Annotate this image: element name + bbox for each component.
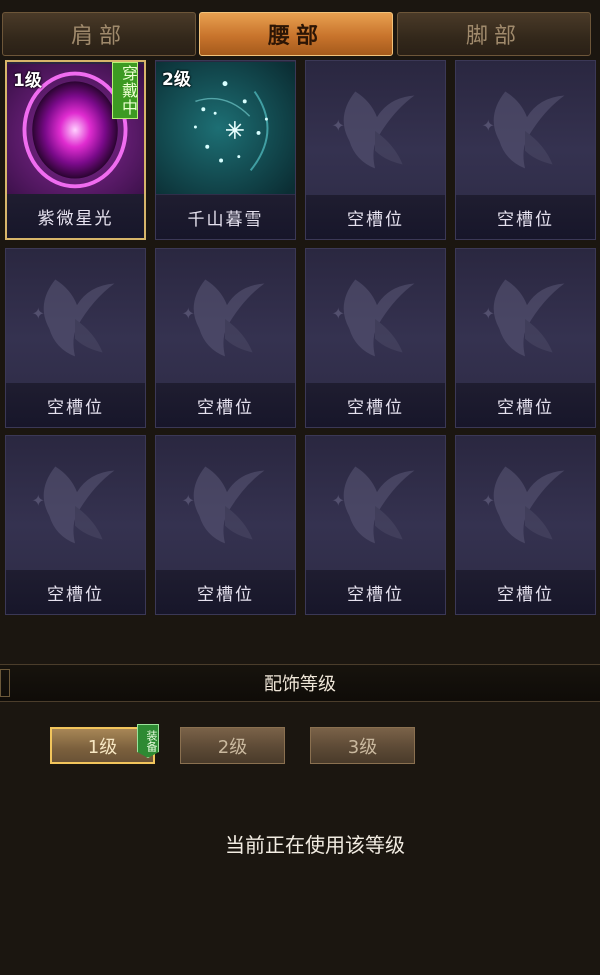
slot-name: 空槽位 bbox=[306, 383, 445, 427]
accessory-slot-12[interactable]: ✦ 空槽位 bbox=[455, 435, 596, 615]
accessory-slot-11[interactable]: ✦ 空槽位 bbox=[305, 435, 446, 615]
butterfly-icon: ✦ bbox=[32, 279, 115, 357]
accessory-slot-10[interactable]: ✦ 空槽位 bbox=[155, 435, 296, 615]
butterfly-icon: ✦ bbox=[332, 466, 415, 544]
slot-name: 千山暮雪 bbox=[156, 195, 295, 239]
accessory-slot-3[interactable]: ✦ 空槽位 bbox=[305, 60, 446, 240]
svg-text:✦: ✦ bbox=[332, 116, 345, 135]
svg-text:✦: ✦ bbox=[332, 304, 345, 323]
tab-shoulder[interactable]: 肩部 bbox=[2, 12, 196, 56]
level-2-button[interactable]: 2级 bbox=[180, 727, 285, 764]
tab-waist[interactable]: 腰部 bbox=[199, 12, 393, 56]
svg-text:✦: ✦ bbox=[32, 304, 45, 323]
slot-name: 空槽位 bbox=[456, 383, 595, 427]
svg-text:✦: ✦ bbox=[482, 116, 495, 135]
slot-name: 紫微星光 bbox=[7, 194, 144, 238]
accessory-slot-7[interactable]: ✦ 空槽位 bbox=[305, 248, 446, 428]
accessory-slot-9[interactable]: ✦ 空槽位 bbox=[5, 435, 146, 615]
accessory-slot-5[interactable]: ✦ 空槽位 bbox=[5, 248, 146, 428]
accessory-slot-6[interactable]: ✦ 空槽位 bbox=[155, 248, 296, 428]
svg-text:✦: ✦ bbox=[182, 304, 195, 323]
butterfly-icon: ✦ bbox=[32, 466, 115, 544]
accessory-slot-1[interactable]: 1级 穿戴中 紫微星光 bbox=[5, 60, 146, 240]
slot-name: 空槽位 bbox=[6, 570, 145, 614]
slot-name: 空槽位 bbox=[6, 383, 145, 427]
section-title: 配饰等级 bbox=[264, 674, 336, 695]
tab-bar: 肩部 腰部 脚部 bbox=[0, 12, 600, 58]
slot-name: 空槽位 bbox=[306, 570, 445, 614]
accessory-slot-8[interactable]: ✦ 空槽位 bbox=[455, 248, 596, 428]
slot-level: 1级 bbox=[13, 71, 42, 91]
status-text: 当前正在使用该等级 bbox=[225, 833, 405, 857]
section-header: 配饰等级 bbox=[0, 664, 600, 702]
level-3-button[interactable]: 3级 bbox=[310, 727, 415, 764]
svg-text:✦: ✦ bbox=[482, 491, 495, 510]
butterfly-icon: ✦ bbox=[482, 91, 565, 169]
svg-text:✦: ✦ bbox=[32, 491, 45, 510]
butterfly-icon: ✦ bbox=[482, 279, 565, 357]
slot-level: 2级 bbox=[162, 70, 191, 90]
equipped-badge: 装备 bbox=[137, 724, 159, 758]
svg-text:✦: ✦ bbox=[332, 491, 345, 510]
slot-name: 空槽位 bbox=[456, 570, 595, 614]
svg-text:✦: ✦ bbox=[482, 304, 495, 323]
slot-name: 空槽位 bbox=[306, 195, 445, 239]
tab-foot[interactable]: 脚部 bbox=[397, 12, 591, 56]
butterfly-icon: ✦ bbox=[482, 466, 565, 544]
wearing-badge: 穿戴中 bbox=[112, 62, 138, 119]
slot-name: 空槽位 bbox=[156, 570, 295, 614]
slot-name: 空槽位 bbox=[456, 195, 595, 239]
butterfly-icon: ✦ bbox=[182, 466, 265, 544]
butterfly-icon: ✦ bbox=[332, 91, 415, 169]
svg-text:✦: ✦ bbox=[182, 491, 195, 510]
butterfly-icon: ✦ bbox=[332, 279, 415, 357]
butterfly-icon: ✦ bbox=[182, 279, 265, 357]
accessory-slot-2[interactable]: 2级 千山暮雪 bbox=[155, 60, 296, 240]
slot-name: 空槽位 bbox=[156, 383, 295, 427]
accessory-slot-4[interactable]: ✦ 空槽位 bbox=[455, 60, 596, 240]
